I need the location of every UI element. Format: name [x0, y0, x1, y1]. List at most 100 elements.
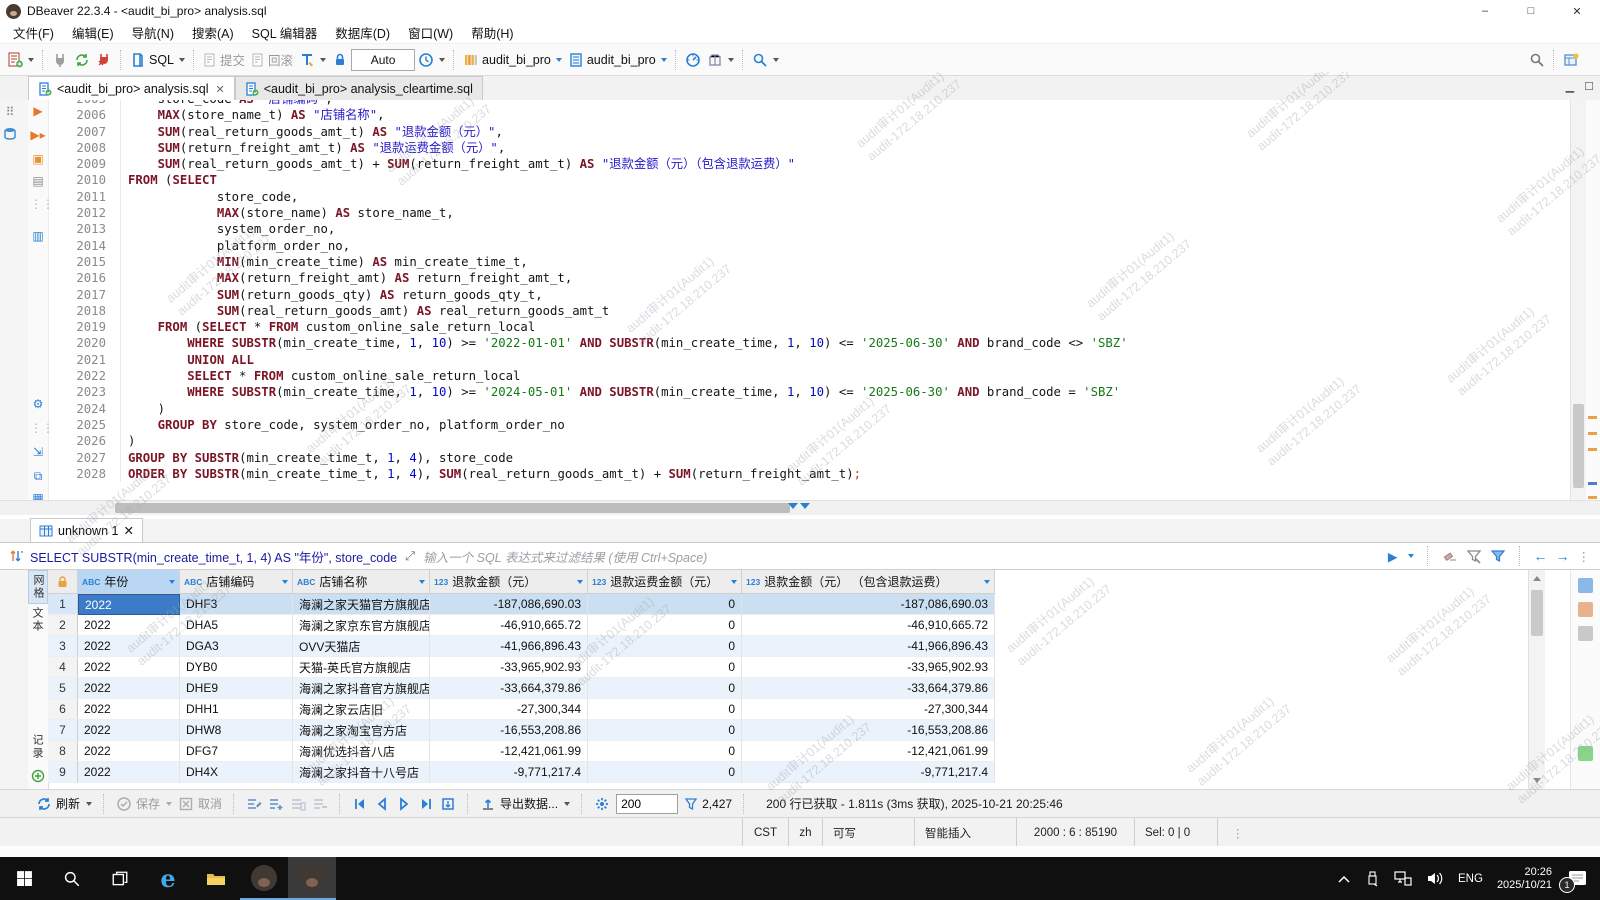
row-number[interactable]: 4: [48, 657, 78, 678]
grid-cell[interactable]: -187,086,690.03: [430, 594, 588, 615]
code-line[interactable]: 2018 SUM(real_return_goods_amt) AS real_…: [48, 303, 1570, 319]
grid-cell[interactable]: DGA3: [180, 636, 293, 657]
code-line[interactable]: 2005 store_code AS "店铺编码",: [48, 100, 1570, 107]
commit-mode-selector[interactable]: Auto: [351, 49, 415, 71]
filter-input[interactable]: 输入一个 SQL 表达式来过滤结果 (使用 Ctrl+Space): [423, 547, 1388, 566]
column-header-4[interactable]: 123退款金额（元）: [430, 570, 588, 593]
last-page-icon[interactable]: [418, 796, 434, 812]
grid-cell[interactable]: 0: [588, 699, 742, 720]
start-button[interactable]: [0, 857, 48, 900]
grid-cell[interactable]: 0: [588, 720, 742, 741]
grid-cell[interactable]: 海澜之家抖音十八号店: [293, 762, 430, 783]
editor-horizontal-scrollbar[interactable]: [0, 500, 1600, 515]
grid-cell[interactable]: -46,910,665.72: [742, 615, 995, 636]
column-filter-caret-icon[interactable]: [169, 580, 175, 584]
column-filter-caret-icon[interactable]: [984, 580, 990, 584]
results-tab-unknown1[interactable]: unknown 1 ✕: [30, 518, 143, 542]
first-page-icon[interactable]: [352, 796, 368, 812]
code-line[interactable]: 2009 SUM(real_return_goods_amt_t) + SUM(…: [48, 156, 1570, 172]
grid-cell[interactable]: -187,086,690.03: [742, 594, 995, 615]
prev-page-icon[interactable]: [374, 796, 390, 812]
row-count-button[interactable]: 2,427: [684, 797, 732, 811]
lock-button[interactable]: [329, 50, 351, 70]
code-line[interactable]: 2021 UNION ALL: [48, 352, 1570, 368]
speaker-icon[interactable]: [1426, 871, 1444, 886]
disconnect-button[interactable]: [93, 50, 115, 70]
edit-cell-icon[interactable]: [246, 796, 262, 812]
menu-window[interactable]: 窗口(W): [399, 23, 462, 42]
grid-cell[interactable]: 0: [588, 636, 742, 657]
code-line[interactable]: 2026): [48, 433, 1570, 449]
tab-analysis-cleartime-sql[interactable]: <audit_bi_pro> analysis_cleartime.sql: [235, 76, 483, 101]
value-panel-icon[interactable]: [1578, 578, 1593, 593]
grid-cell[interactable]: 0: [588, 657, 742, 678]
code-line[interactable]: 2027GROUP BY SUBSTR(min_create_time_t, 1…: [48, 450, 1570, 466]
connect-button[interactable]: [49, 50, 71, 70]
maximize-button[interactable]: □: [1508, 0, 1554, 22]
menu-navigate[interactable]: 导航(N): [123, 23, 183, 42]
execute-script-icon[interactable]: ▶▸: [30, 127, 46, 143]
grid-cell[interactable]: -9,771,217.4: [742, 762, 995, 783]
grid-cell[interactable]: 海澜之家抖音官方旗舰店: [293, 678, 430, 699]
menu-database[interactable]: 数据库(D): [326, 23, 399, 42]
tray-chevron-up-icon[interactable]: [1337, 874, 1351, 884]
grid-cell[interactable]: -41,966,896.43: [430, 636, 588, 657]
editor-vertical-scrollbar[interactable]: [1570, 100, 1586, 500]
row-number[interactable]: 5: [48, 678, 78, 699]
grid-cell[interactable]: 海澜之家云店旧: [293, 699, 430, 720]
grid-corner-lock[interactable]: [48, 570, 78, 593]
grid-cell[interactable]: 2022: [78, 636, 180, 657]
column-filter-caret-icon[interactable]: [282, 580, 288, 584]
explain-plan-icon[interactable]: ▣: [30, 151, 46, 167]
code-line[interactable]: 2025 GROUP BY store_code, system_order_n…: [48, 417, 1570, 433]
transaction-log-button[interactable]: [415, 50, 448, 70]
edge-button[interactable]: e: [144, 857, 192, 900]
add-row-icon[interactable]: [268, 796, 284, 812]
database-selector[interactable]: audit_bi_pro: [460, 50, 565, 70]
code-line[interactable]: 2011 store_code,: [48, 189, 1570, 205]
column-header-2[interactable]: ABC店铺编码: [180, 570, 293, 593]
dashboard-button[interactable]: [682, 50, 704, 70]
task-view-button[interactable]: [96, 857, 144, 900]
grid-cell[interactable]: -46,910,665.72: [430, 615, 588, 636]
views-icon[interactable]: ⠿: [2, 104, 18, 120]
close-button[interactable]: ✕: [1554, 0, 1600, 22]
aggregate-panel-icon[interactable]: [1578, 626, 1593, 641]
code-line[interactable]: 2013 system_order_no,: [48, 221, 1570, 237]
column-header-5[interactable]: 123退款运费金额（元）: [588, 570, 742, 593]
code-line[interactable]: 2023 WHERE SUBSTR(min_create_time, 1, 10…: [48, 384, 1570, 400]
duplicate-row-icon[interactable]: [290, 796, 306, 812]
code-line[interactable]: 2019 FROM (SELECT * FROM custom_online_s…: [48, 319, 1570, 335]
perspective-button[interactable]: [1560, 50, 1582, 70]
results-tab-close-icon[interactable]: ✕: [123, 523, 133, 538]
insert-mode-indicator[interactable]: 智能插入: [914, 818, 1016, 847]
grid-cell[interactable]: -33,664,379.86: [430, 678, 588, 699]
grid-cell[interactable]: 0: [588, 762, 742, 783]
code-line[interactable]: 2028ORDER BY SUBSTR(min_create_time_t, 1…: [48, 466, 1570, 482]
export-result-icon[interactable]: ⇲: [30, 444, 46, 460]
splitter-collapse-icon[interactable]: [788, 503, 810, 509]
column-filter-caret-icon[interactable]: [731, 580, 737, 584]
column-header-3[interactable]: ABC店铺名称: [293, 570, 430, 593]
edit-filter-icon[interactable]: [1466, 548, 1482, 564]
fetch-size-input[interactable]: [616, 794, 678, 814]
transaction-mode-button[interactable]: [296, 50, 329, 70]
refresh-button[interactable]: 刷新: [36, 795, 92, 812]
grid-cell[interactable]: OVV天猫店: [293, 636, 430, 657]
grid-settings-gear-icon[interactable]: [594, 796, 610, 812]
export-data-button[interactable]: 导出数据...: [480, 795, 570, 812]
code-line[interactable]: 2016 MAX(return_freight_amt) AS return_f…: [48, 270, 1570, 286]
search-button[interactable]: [749, 50, 782, 70]
commit-button[interactable]: 提交: [200, 48, 248, 71]
grid-cell[interactable]: DHF3: [180, 594, 293, 615]
code-line[interactable]: 2015 MIN(min_create_time) AS min_create_…: [48, 254, 1570, 270]
grid-cell[interactable]: 海澜之家京东官方旗舰店: [293, 615, 430, 636]
column-filter-caret-icon[interactable]: [577, 580, 583, 584]
grid-cell[interactable]: DFG7: [180, 741, 293, 762]
grid-cell[interactable]: 海澜优选抖音八店: [293, 741, 430, 762]
side-tab-record[interactable]: 记录: [28, 731, 46, 763]
column-filter-caret-icon[interactable]: [419, 580, 425, 584]
code-line[interactable]: 2006 MAX(store_name_t) AS "店铺名称",: [48, 107, 1570, 123]
fetch-all-icon[interactable]: [440, 796, 456, 812]
eraser-icon[interactable]: [1442, 548, 1458, 564]
